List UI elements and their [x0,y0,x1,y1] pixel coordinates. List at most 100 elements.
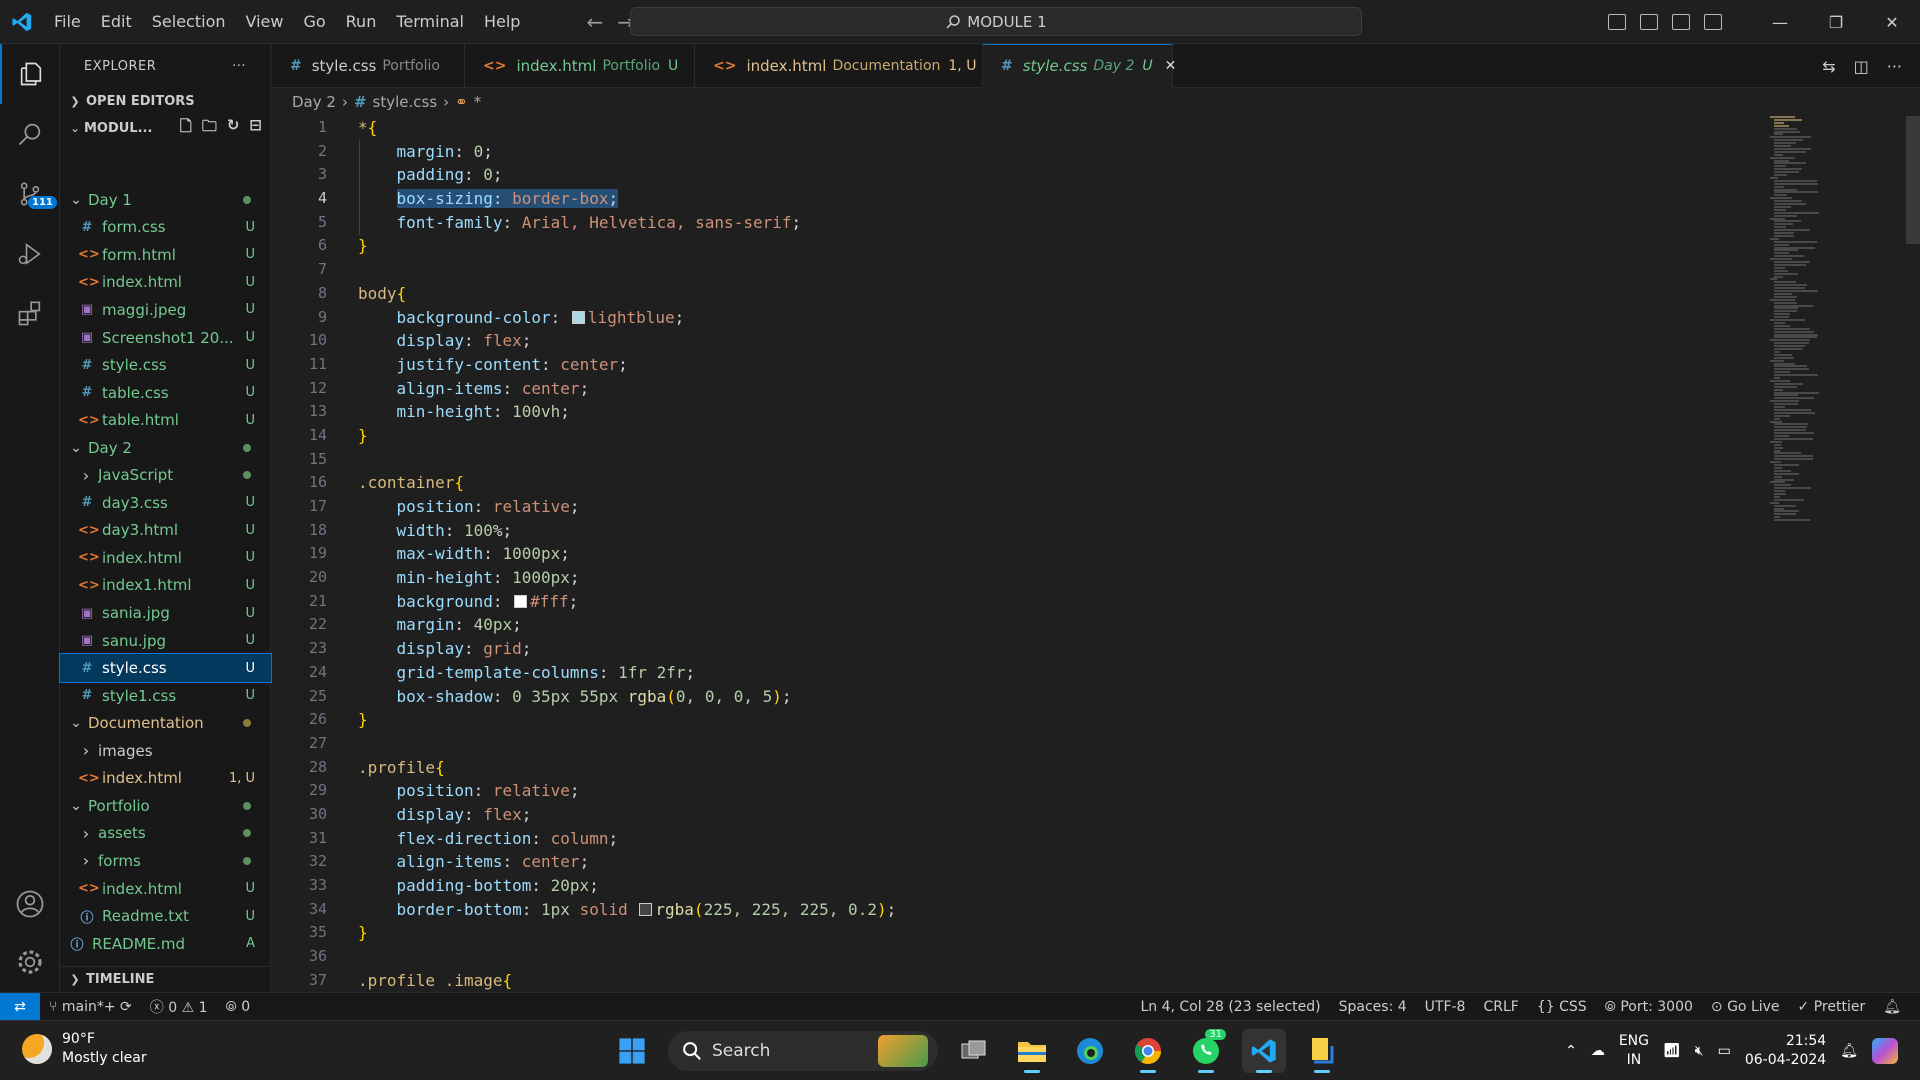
code-line[interactable]: max-width: 1000px; [358,542,896,566]
code-line[interactable]: } [358,234,896,258]
new-file-icon[interactable]: 🗋 [180,116,192,141]
breadcrumb-file[interactable]: style.css [373,93,438,111]
search-activity-icon[interactable] [0,104,60,164]
code-line[interactable]: display: flex; [358,329,896,353]
split-editor-icon[interactable]: ◫ [1854,57,1869,76]
edge-browser-icon[interactable] [1068,1029,1112,1073]
weather-widget[interactable]: 90°F Mostly clear [22,1030,147,1068]
minimap[interactable] [1770,116,1850,536]
color-swatch[interactable] [639,902,653,916]
menu-selection[interactable]: Selection [142,0,236,44]
chevron-right-icon[interactable]: › [78,824,94,843]
tree-file[interactable]: # form.css U [60,214,271,242]
cursor-position[interactable]: Ln 4, Col 28 (23 selected) [1131,999,1329,1015]
menu-terminal[interactable]: Terminal [386,0,474,44]
code-line[interactable]: align-items: center; [358,377,896,401]
code-line[interactable]: display: grid; [358,637,896,661]
new-folder-icon[interactable]: 🗀 [202,116,217,141]
color-swatch[interactable] [514,594,528,608]
tree-file[interactable]: <> index.html U [60,544,271,572]
vscode-taskbar-icon[interactable] [1242,1029,1286,1073]
color-swatch[interactable] [571,310,585,324]
tree-folder[interactable]: › forms [60,847,271,875]
explorer-icon[interactable] [0,44,60,104]
code-lines[interactable]: *{ margin: 0; padding: 0; box-sizing: bo… [358,116,896,992]
encoding[interactable]: UTF-8 [1416,999,1475,1015]
code-line[interactable]: min-height: 1000px; [358,566,896,590]
code-line[interactable]: grid-template-columns: 1fr 2fr; [358,661,896,685]
code-line[interactable]: width: 100%; [358,519,896,543]
restore-button[interactable]: ❐ [1808,0,1864,44]
code-line[interactable]: .profile{ [358,756,896,780]
chrome-browser-icon[interactable] [1126,1029,1170,1073]
menu-go[interactable]: Go [293,0,335,44]
open-changes-icon[interactable]: ⇆ [1822,57,1835,76]
code-line[interactable]: } [358,921,896,945]
toggle-panel-icon[interactable] [1640,14,1658,30]
task-view-icon[interactable] [952,1029,996,1073]
tree-file[interactable]: <> index.html 1, U [60,765,271,793]
onedrive-cloud-icon[interactable]: ☁ [1591,1043,1605,1059]
toggle-sidebar-icon[interactable] [1608,14,1626,30]
code-line[interactable]: background-color: lightblue; [358,306,896,330]
language-mode[interactable]: {} CSS [1528,999,1596,1015]
tree-file[interactable]: <> day3.html U [60,517,271,545]
chevron-down-icon[interactable]: ⌄ [68,798,84,814]
tree-file[interactable]: ⓘ Readme.txt U [60,902,271,930]
notification-bell-icon[interactable]: 🔔︎ [1840,1043,1858,1059]
indentation[interactable]: Spaces: 4 [1330,999,1416,1015]
volume-muted-icon[interactable]: 🔇︎ [1695,1043,1704,1059]
menu-file[interactable]: File [44,0,91,44]
code-line[interactable]: flex-direction: column; [358,827,896,851]
close-tab-icon[interactable]: ✕ [1165,58,1177,74]
tree-file[interactable]: # table.css U [60,379,271,407]
tree-file[interactable]: ▣ sania.jpg U [60,599,271,627]
open-editors-section[interactable]: ❯ OPEN EDITORS [60,88,270,114]
taskbar-search[interactable]: Search [668,1031,938,1071]
problems-indicator[interactable]: ⓧ 0 ⚠ 1 [141,997,217,1017]
code-line[interactable]: display: flex; [358,803,896,827]
code-line[interactable]: align-items: center; [358,850,896,874]
scrollbar-thumb[interactable] [1906,116,1920,244]
wifi-icon[interactable]: 📶︎ [1663,1043,1681,1059]
tree-folder[interactable]: ⌄ Day 2 [60,434,271,462]
tree-file[interactable]: ⓘ README.md A [60,930,271,958]
battery-icon[interactable]: ▭ [1718,1043,1731,1059]
toggle-secondary-sidebar-icon[interactable] [1672,14,1690,30]
file-explorer-icon[interactable] [1010,1029,1054,1073]
code-line[interactable]: margin: 40px; [358,613,896,637]
code-editor[interactable]: 1 2 3 4 5 6 7 8 9 10 11 12 13 14 15 16 17 18 19 20 21 22 23 24 2… [272,116,1920,992]
close-window-button[interactable]: ✕ [1864,0,1920,44]
workspace-header[interactable]: ⌄ MODUL... 🗋 🗀 ↻ ⊟ [60,114,270,142]
code-line[interactable] [358,448,896,472]
editor-scrollbar[interactable] [1906,116,1920,992]
accounts-icon[interactable] [0,874,60,934]
tree-file[interactable]: <> index.html U [60,269,271,297]
settings-gear-icon[interactable] [0,932,60,992]
code-line[interactable] [358,732,896,756]
copilot-icon[interactable] [1872,1038,1898,1064]
tree-file[interactable]: <> form.html U [60,241,271,269]
code-line[interactable]: padding: 0; [358,163,896,187]
code-line[interactable]: position: relative; [358,779,896,803]
collapse-all-icon[interactable]: ⊟ [249,116,262,141]
customize-layout-icon[interactable] [1704,14,1722,30]
tree-folder[interactable]: ⌄ Day 1 [60,186,271,214]
tree-file[interactable]: ▣ Screenshot1 20... U [60,324,271,352]
whatsapp-icon[interactable]: 31 [1184,1029,1228,1073]
live-server-port[interactable]: ⦾ Port: 3000 [1596,999,1702,1015]
menu-run[interactable]: Run [336,0,387,44]
input-language[interactable]: ENG IN [1619,1032,1649,1070]
code-line[interactable]: .profile .image{ [358,969,896,992]
code-line[interactable]: min-height: 100vh; [358,400,896,424]
code-line[interactable]: .container{ [358,471,896,495]
code-line[interactable]: background: #fff; [358,590,896,614]
code-line[interactable]: *{ [358,116,896,140]
menu-edit[interactable]: Edit [91,0,142,44]
chevron-down-icon[interactable]: ⌄ [68,715,84,731]
clock[interactable]: 21:54 06-04-2024 [1745,1032,1826,1070]
menu-help[interactable]: Help [474,0,530,44]
tree-file[interactable]: ▣ maggi.jpeg U [60,296,271,324]
refresh-icon[interactable]: ↻ [227,116,240,141]
tree-file[interactable]: # day3.css U [60,489,271,517]
